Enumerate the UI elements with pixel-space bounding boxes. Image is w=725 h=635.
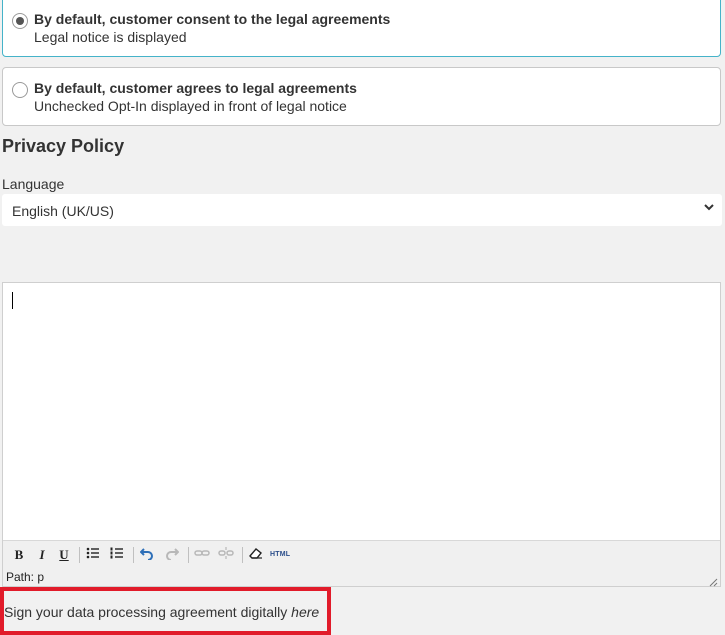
html-source-button[interactable]: HTML xyxy=(270,546,290,564)
radio-dot xyxy=(16,17,24,25)
rich-text-editor: B I U HTML Path: p xyxy=(2,282,721,587)
dpa-sign-link[interactable]: here xyxy=(291,604,319,620)
radio-button-selected[interactable] xyxy=(12,13,28,29)
bold-button[interactable]: B xyxy=(11,546,27,564)
consent-option-description: Unchecked Opt-In displayed in front of l… xyxy=(34,98,347,114)
consent-option-2[interactable]: By default, customer agrees to legal agr… xyxy=(2,67,721,126)
privacy-policy-heading: Privacy Policy xyxy=(2,136,125,156)
dpa-text: Sign your data processing agreement digi… xyxy=(4,604,319,620)
consent-option-description: Legal notice is displayed xyxy=(34,29,187,45)
dpa-text-label: Sign your data processing agreement digi… xyxy=(4,604,292,620)
language-label: Language xyxy=(2,176,65,192)
radio-button[interactable] xyxy=(12,82,28,98)
language-select[interactable]: English (UK/US) xyxy=(2,194,722,226)
text-caret xyxy=(12,292,13,309)
editor-content-area[interactable] xyxy=(3,283,720,540)
underline-button[interactable]: U xyxy=(56,546,72,564)
toolbar-divider xyxy=(79,547,80,563)
consent-option-title: By default, customer agrees to legal agr… xyxy=(34,80,357,96)
link-icon[interactable] xyxy=(194,546,210,564)
chevron-down-icon xyxy=(704,201,714,215)
numbered-list-icon[interactable] xyxy=(109,546,125,564)
undo-icon[interactable] xyxy=(139,546,155,564)
toolbar-divider xyxy=(242,547,243,563)
bullet-list-icon[interactable] xyxy=(85,546,101,564)
dpa-highlight-box: Sign your data processing agreement digi… xyxy=(0,587,331,635)
resize-handle-icon[interactable] xyxy=(708,574,718,587)
consent-option-1[interactable]: By default, customer consent to the lega… xyxy=(2,0,721,57)
editor-path: Path: p xyxy=(6,570,45,584)
consent-option-title: By default, customer consent to the lega… xyxy=(34,11,391,27)
toolbar-divider xyxy=(188,547,189,563)
toolbar-divider xyxy=(133,547,134,563)
language-select-value: English (UK/US) xyxy=(12,203,114,219)
redo-icon[interactable] xyxy=(164,546,180,564)
unlink-icon[interactable] xyxy=(218,546,234,564)
eraser-icon[interactable] xyxy=(248,546,264,564)
editor-toolbar: B I U HTML Path: p xyxy=(3,540,720,586)
italic-button[interactable]: I xyxy=(34,546,50,564)
